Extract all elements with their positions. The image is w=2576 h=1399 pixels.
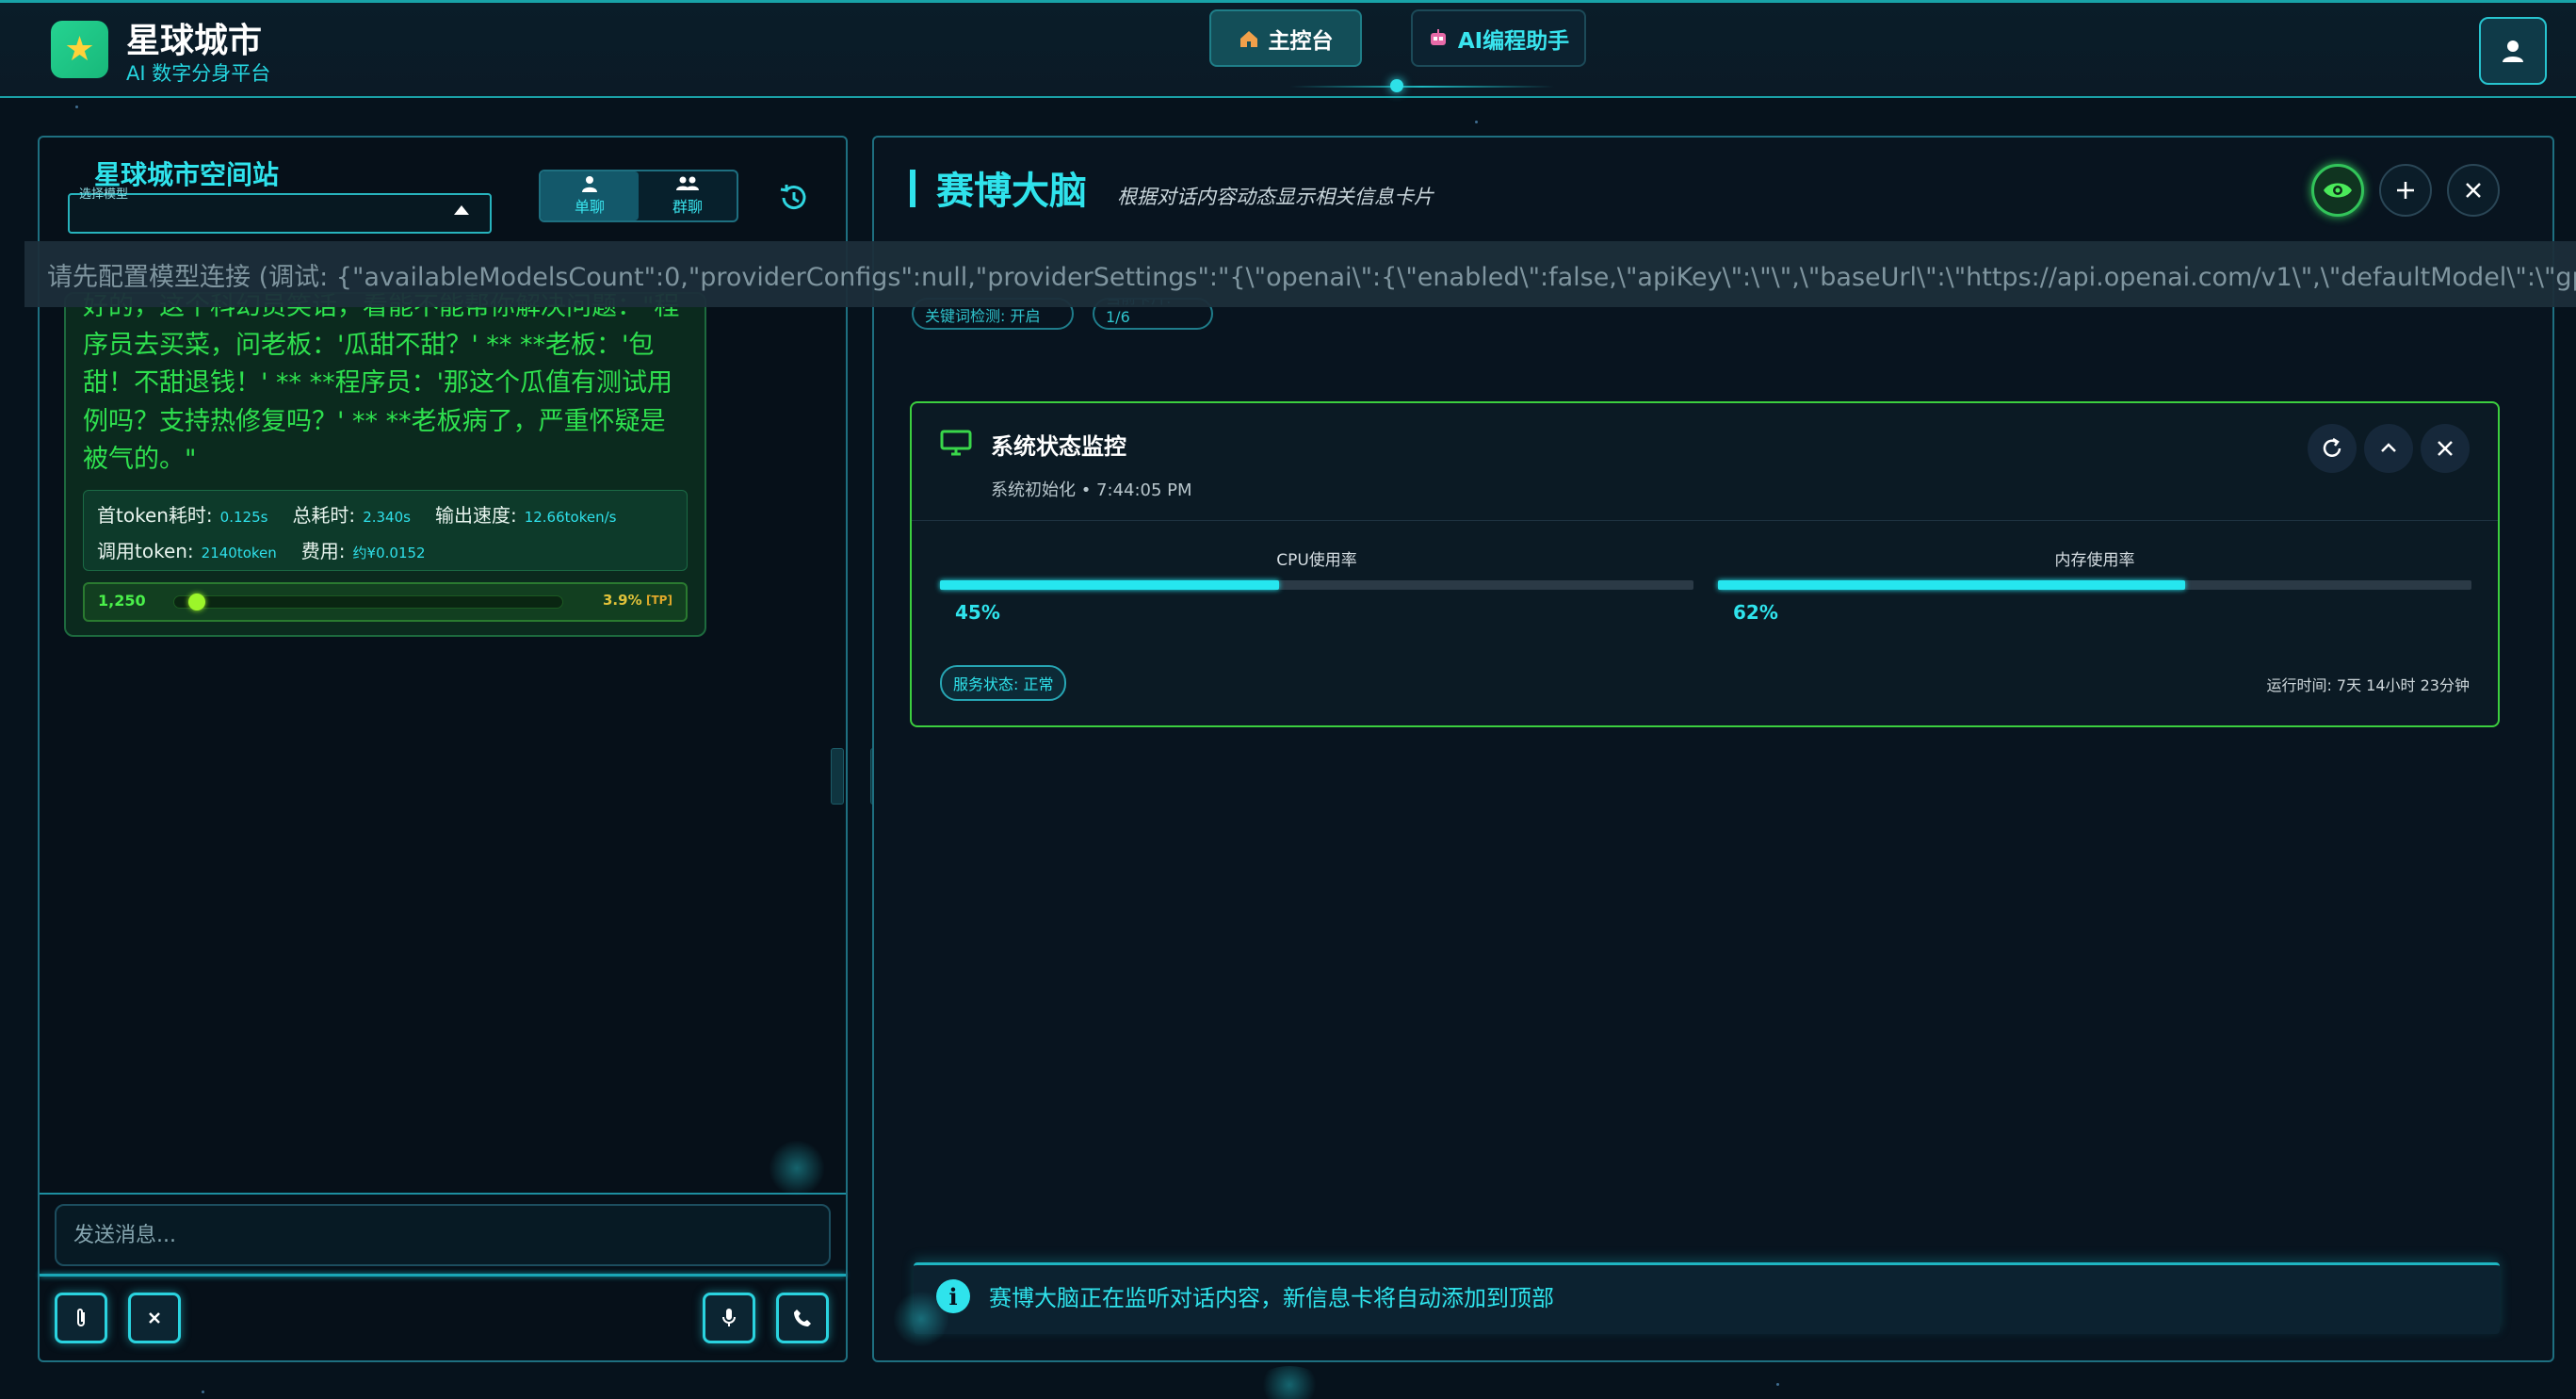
nav-home-button[interactable]: 主控台 (1209, 9, 1362, 67)
star-icon: ★ (64, 30, 95, 69)
star-decoration (202, 1391, 204, 1393)
call-button[interactable] (776, 1293, 829, 1343)
nav-home-label: 主控台 (1268, 28, 1334, 54)
monitor-card-subtitle: 系统初始化 • 7:44:05 PM (991, 480, 1192, 500)
attach-button[interactable] (55, 1293, 107, 1343)
mode-single-label: 单聊 (574, 198, 605, 216)
info-banner-text: 赛博大脑正在监听对话内容，新信息卡将自动添加到顶部 (989, 1285, 1554, 1311)
app-title: 星球城市 (126, 22, 263, 60)
memory-usage-fill (1718, 580, 2185, 590)
cyber-brain-subtitle: 根据对话内容动态显示相关信息卡片 (1117, 186, 1434, 208)
service-status-badge: 服务状态: 正常 (940, 665, 1067, 701)
chevron-up-icon (2381, 443, 2396, 452)
caret-up-icon (454, 205, 469, 215)
uptime-text: 运行时间: 7天 14小时 23分钟 (2266, 676, 2470, 694)
history-icon (780, 185, 806, 210)
panel-resize-handle[interactable] (831, 748, 844, 805)
close-icon (2466, 183, 2481, 198)
cpu-usage-label: CPU使用率 (1276, 551, 1357, 570)
nav-indicator-line (1290, 86, 1554, 88)
message-input[interactable] (55, 1204, 831, 1266)
home-icon (1239, 30, 1257, 47)
stats-row-2: 调用token: 2140token 费用: 约¥0.0152 (97, 536, 443, 563)
cyber-brain-title: 赛博大脑 (936, 170, 1087, 213)
app-subtitle: AI 数字分身平台 (126, 62, 271, 85)
eye-icon (2324, 183, 2352, 198)
tokens-value: 2140token (201, 545, 277, 561)
service-status-text: 服务状态: 正常 (953, 675, 1054, 693)
token-count: 1,250 (98, 592, 146, 610)
mode-group-chat-button[interactable]: 群聊 (639, 171, 737, 220)
input-separator (40, 1193, 846, 1196)
mode-group-label: 群聊 (672, 198, 703, 216)
person-icon (582, 176, 597, 192)
token-usage-percent: 3.9% (603, 592, 642, 609)
total-time-value: 2.340s (363, 509, 411, 526)
config-error-toast: 请先配置模型连接 (调试: {"availableModelsCount":0,… (24, 241, 2576, 307)
history-button[interactable] (772, 177, 814, 219)
cpu-usage-fill (940, 580, 1279, 590)
glow-decoration (1256, 1366, 1322, 1399)
total-time-label: 总耗时: (292, 504, 356, 527)
memory-usage-label: 内存使用率 (2054, 551, 2135, 570)
phone-icon (794, 1310, 811, 1326)
close-card-button[interactable] (2421, 424, 2470, 473)
title-accent-bar (910, 170, 915, 207)
nav-ai-label: AI编程助手 (1457, 28, 1570, 54)
clear-button[interactable] (128, 1293, 181, 1343)
collapse-card-button[interactable] (2364, 424, 2413, 473)
card-divider (912, 520, 2498, 521)
stats-row-1: 首token耗时: 0.125s 总耗时: 2.340s 输出速度: 12.66… (97, 500, 633, 528)
voice-input-button[interactable] (703, 1293, 755, 1343)
model-select[interactable] (68, 193, 492, 234)
people-icon (676, 176, 699, 190)
close-panel-button[interactable] (2447, 164, 2500, 217)
robot-icon (1430, 28, 1446, 45)
star-decoration (75, 106, 78, 108)
microphone-icon (722, 1309, 736, 1326)
first-token-label: 首token耗时: (97, 504, 213, 527)
plus-icon (2397, 182, 2414, 199)
message-stats: 首token耗时: 0.125s 总耗时: 2.340s 输出速度: 12.66… (83, 490, 688, 571)
model-select-label: 选择模型 (79, 187, 129, 202)
monitor-card-title: 系统状态监控 (991, 433, 1126, 460)
token-usage-track (173, 595, 563, 609)
tokens-label: 调用token: (97, 540, 194, 562)
toolbar-separator (40, 1274, 846, 1277)
star-decoration (1475, 121, 1478, 123)
mode-single-chat-button[interactable]: 单聊 (541, 171, 639, 220)
refresh-card-button[interactable] (2308, 424, 2357, 473)
monitor-icon (940, 430, 972, 456)
speed-label: 输出速度: (434, 504, 517, 527)
star-decoration (1776, 1383, 1779, 1386)
close-icon (2438, 441, 2453, 456)
cost-label: 费用: (300, 540, 346, 562)
cpu-usage-value: 45% (955, 601, 1000, 624)
user-profile-button[interactable] (2479, 17, 2547, 85)
chat-message-text: 好的，这个科幻员笑话，看能不能帮你解决问题："程序员去买菜，问老板：'瓜甜不甜？… (83, 292, 679, 474)
speed-value: 12.66token/s (524, 509, 617, 526)
glow-decoration (893, 1291, 949, 1347)
config-error-text: 请先配置模型连接 (调试: {"availableModelsCount":0,… (47, 262, 2576, 292)
cost-value: 约¥0.0152 (352, 545, 426, 561)
nav-ai-assistant-button[interactable]: AI编程助手 (1411, 9, 1586, 67)
nav-indicator-dot (1390, 79, 1403, 92)
paperclip-icon (77, 1309, 85, 1326)
memory-usage-value: 62% (1733, 601, 1778, 624)
app-logo: ★ (51, 21, 108, 78)
close-icon (149, 1312, 160, 1324)
toggle-monitor-button[interactable] (2311, 164, 2364, 217)
user-icon (2503, 41, 2523, 62)
token-usage-tag: [TP] (646, 594, 672, 607)
add-card-button[interactable] (2379, 164, 2432, 217)
first-token-value: 0.125s (219, 509, 268, 526)
refresh-icon (2323, 437, 2341, 457)
glow-decoration (769, 1140, 825, 1196)
